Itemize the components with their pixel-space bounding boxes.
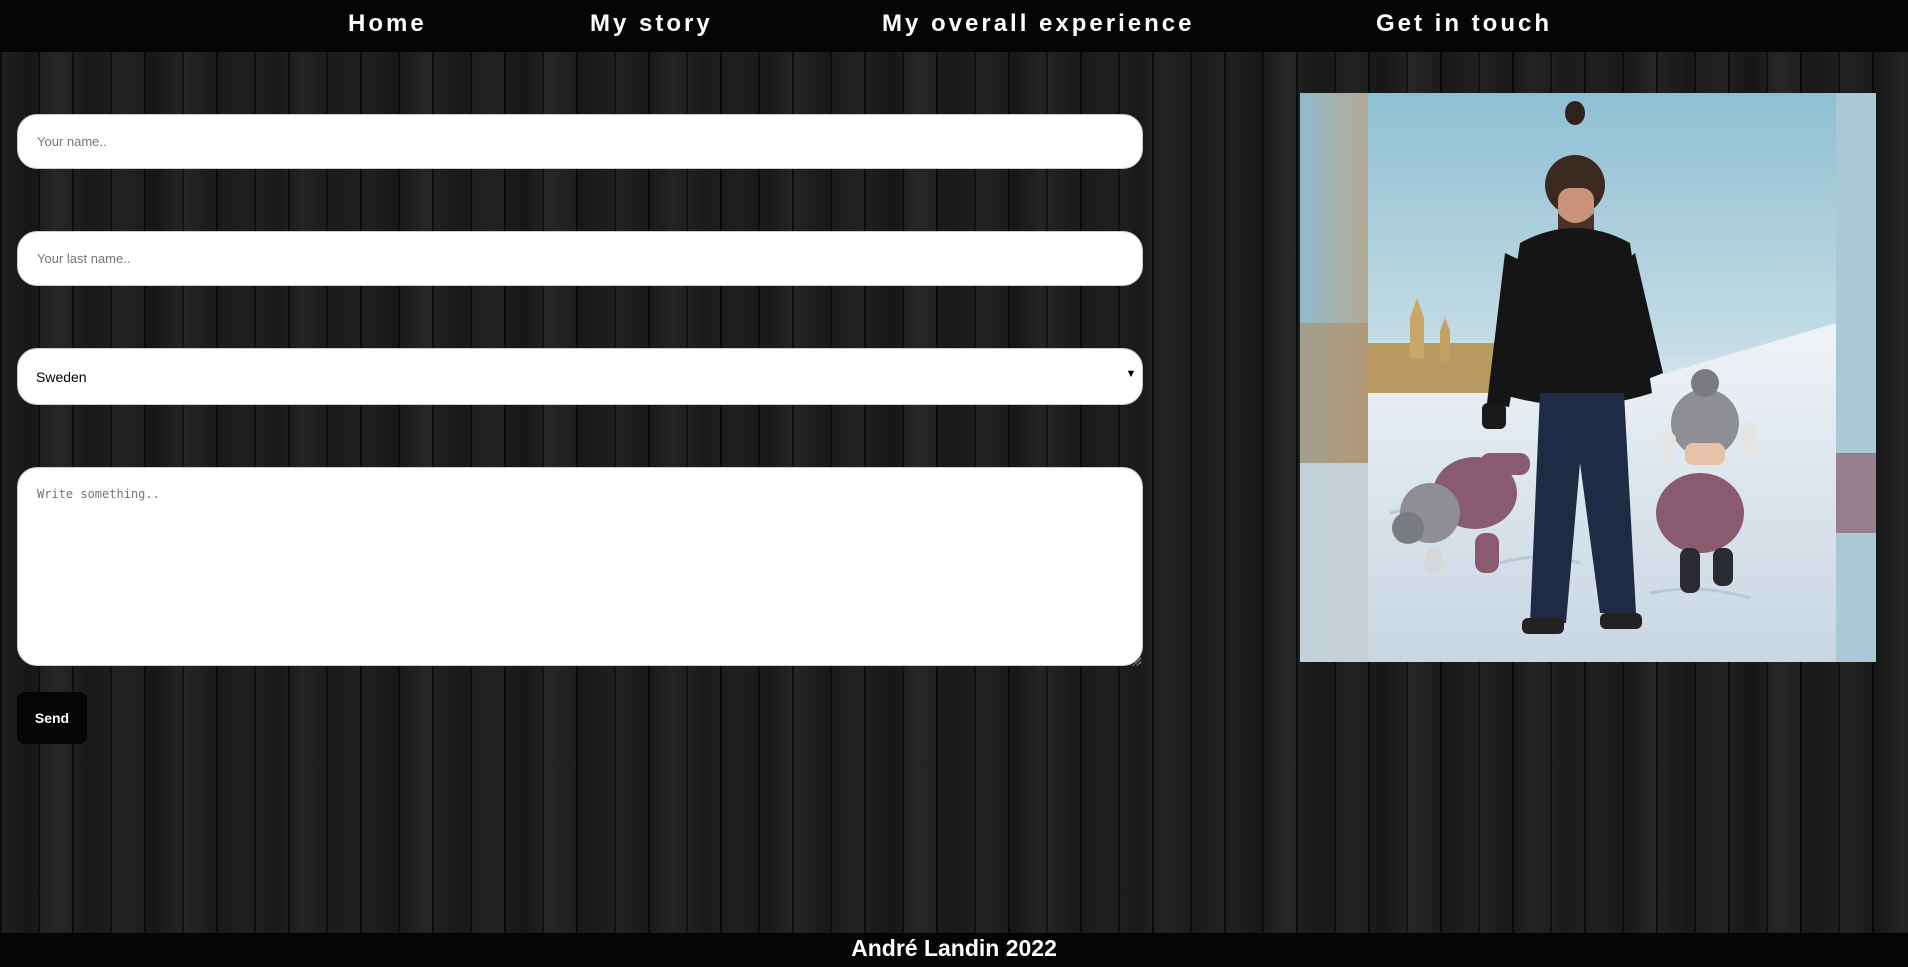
photo-family-in-snow-icon [1300,93,1876,662]
country-select[interactable]: Sweden [17,348,1143,405]
message-textarea[interactable] [17,467,1143,666]
nav-link-my-overall-experience[interactable]: My overall experience [882,10,1194,38]
family-photo [1300,93,1876,662]
nav-link-my-story[interactable]: My story [590,10,713,38]
send-button[interactable]: Send [17,692,87,744]
nav-link-get-in-touch[interactable]: Get in touch [1376,10,1552,38]
nav-link-home[interactable]: Home [348,10,427,38]
footer: André Landin 2022 [0,933,1908,967]
first-name-input[interactable] [17,114,1143,169]
footer-copyright: André Landin 2022 [851,935,1057,961]
last-name-input[interactable] [17,231,1143,286]
top-navigation: Home My story My overall experience Get … [0,0,1908,52]
